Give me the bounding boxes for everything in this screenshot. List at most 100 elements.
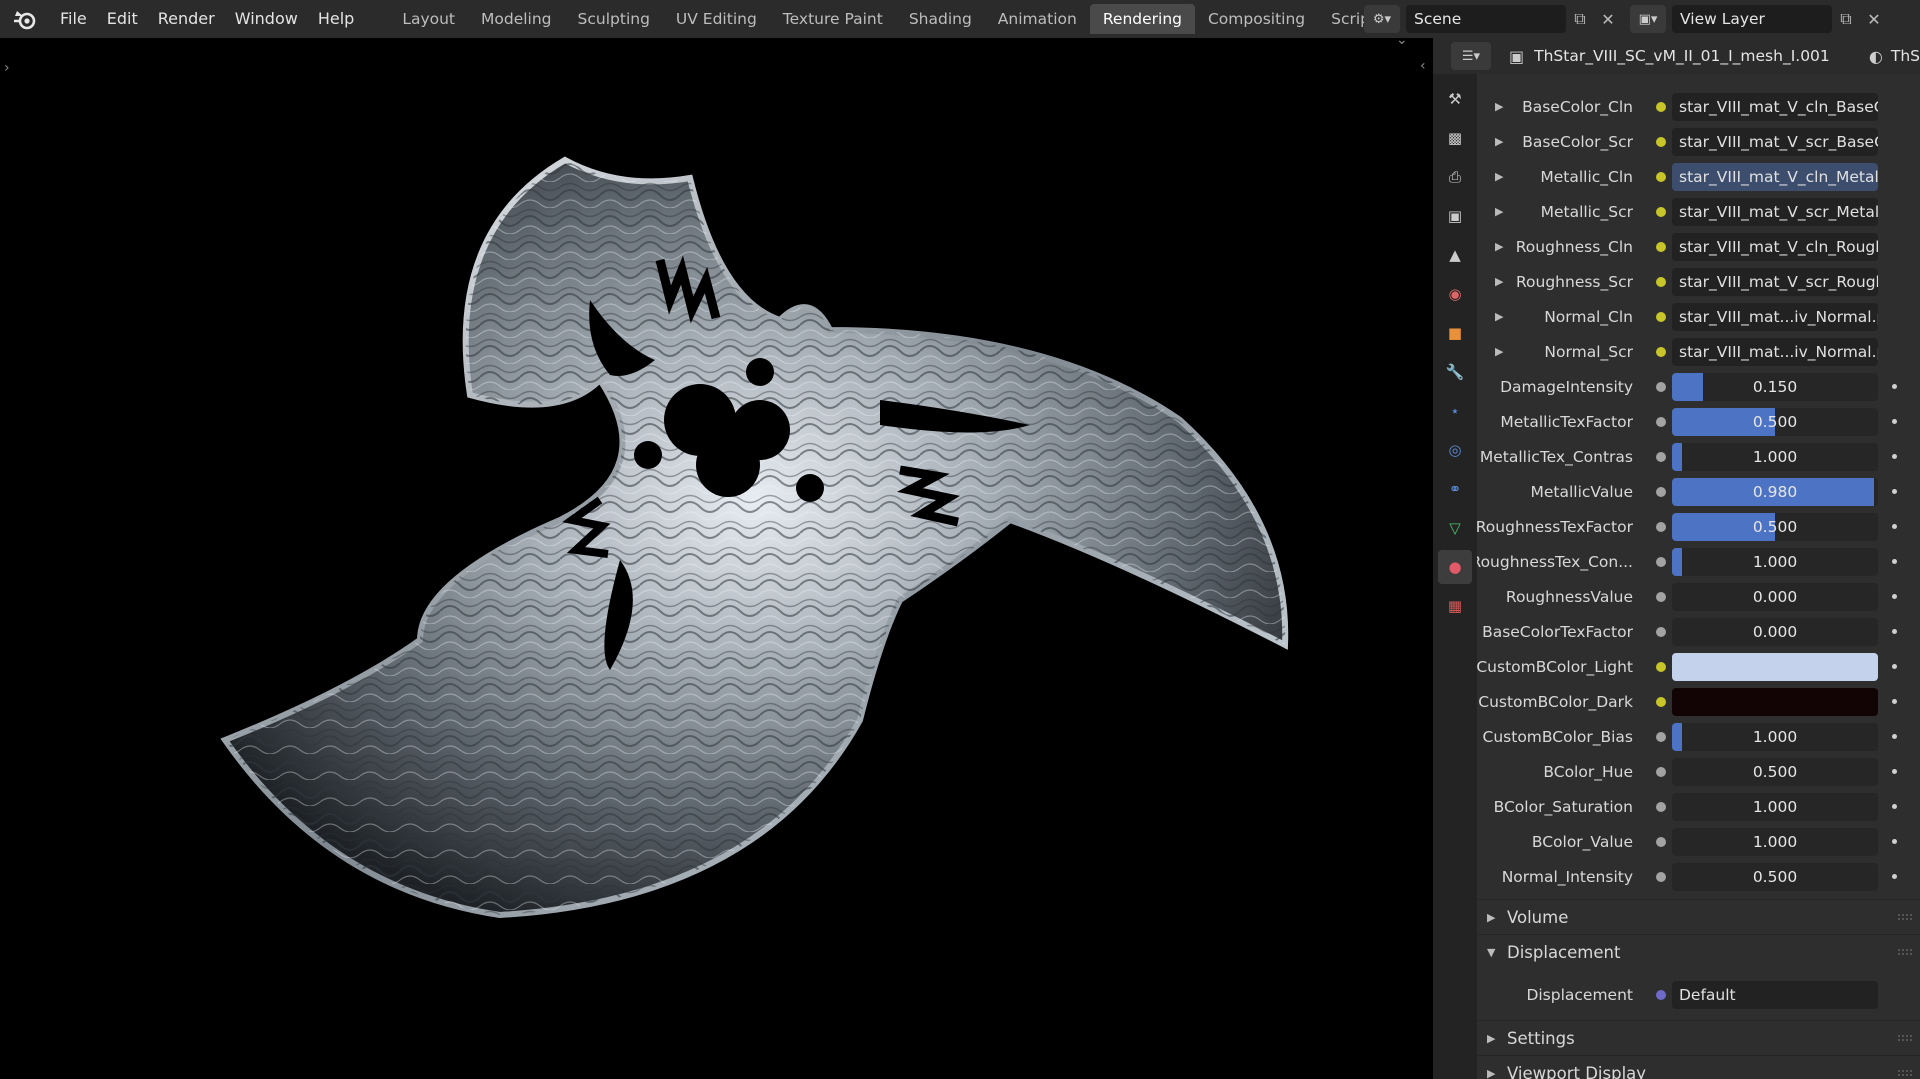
expand-arrow-icon[interactable]: ▶ <box>1495 100 1503 113</box>
image-field[interactable]: star_VIII_mat...iv_Normal.png <box>1672 337 1878 366</box>
socket-dot-icon[interactable] <box>1656 696 1666 707</box>
value-slider[interactable]: 0.500 <box>1672 862 1878 891</box>
image-field[interactable]: star_VIII_mat_V_cln_Metalli... <box>1672 162 1878 191</box>
socket-dot-icon[interactable] <box>1656 556 1666 567</box>
socket-dot-icon[interactable] <box>1656 836 1666 847</box>
expand-arrow-icon[interactable]: ▶ <box>1495 345 1503 358</box>
tab-uv-editing[interactable]: UV Editing <box>663 4 770 34</box>
value-slider[interactable]: 1.000 <box>1672 547 1878 576</box>
tab-data[interactable]: ▽ <box>1438 511 1472 545</box>
socket-dot-icon[interactable] <box>1656 731 1666 742</box>
socket-dot-icon[interactable] <box>1656 101 1666 112</box>
image-field[interactable]: star_VIII_mat_V_scr_Metalli... <box>1672 197 1878 226</box>
drag-grip-icon[interactable] <box>1898 914 1912 920</box>
tab-modifiers[interactable]: 🔧 <box>1438 355 1472 389</box>
tab-object[interactable]: ■ <box>1438 316 1472 350</box>
socket-dot-icon[interactable] <box>1656 989 1666 1000</box>
tab-material[interactable]: ● <box>1438 550 1472 584</box>
tab-sculpting[interactable]: Sculpting <box>565 4 663 34</box>
scene-name-field[interactable]: Scene <box>1406 5 1566 33</box>
image-field[interactable]: star_VIII_mat_V_cln_BaseCo... <box>1672 92 1878 121</box>
socket-dot-icon[interactable] <box>1656 801 1666 812</box>
drag-grip-icon[interactable] <box>1898 949 1912 955</box>
expand-arrow-icon[interactable]: ▶ <box>1495 170 1503 183</box>
socket-dot-icon[interactable] <box>1656 871 1666 882</box>
socket-dot-icon[interactable] <box>1656 521 1666 532</box>
socket-dot-icon[interactable] <box>1656 346 1666 357</box>
remove-view-layer-icon[interactable]: ✕ <box>1860 10 1888 29</box>
image-field[interactable]: star_VIII_mat_V_scr_BaseCo... <box>1672 127 1878 156</box>
value-slider[interactable]: 1.000 <box>1672 722 1878 751</box>
value-slider[interactable]: 1.000 <box>1672 442 1878 471</box>
tab-particles[interactable]: ⋆ <box>1438 394 1472 428</box>
image-field[interactable]: star_VIII_mat...iv_Normal.png <box>1672 302 1878 331</box>
scene-browse-button[interactable]: ⚙▾ <box>1364 5 1400 33</box>
socket-dot-icon[interactable] <box>1656 276 1666 287</box>
tab-scene[interactable]: ▲ <box>1438 238 1472 272</box>
socket-dot-icon[interactable] <box>1656 241 1666 252</box>
tab-layout[interactable]: Layout <box>389 4 468 34</box>
tab-constraints[interactable]: ⚭ <box>1438 472 1472 506</box>
value-slider[interactable]: 1.000 <box>1672 792 1878 821</box>
socket-dot-icon[interactable] <box>1656 311 1666 322</box>
value-slider[interactable]: 1.000 <box>1672 827 1878 856</box>
image-field[interactable]: star_VIII_mat_V_scr_Roughn... <box>1672 267 1878 296</box>
socket-dot-icon[interactable] <box>1656 136 1666 147</box>
menu-help[interactable]: Help <box>308 0 364 38</box>
socket-dot-icon[interactable] <box>1656 591 1666 602</box>
keyframe-dot-icon[interactable] <box>1892 489 1897 494</box>
keyframe-dot-icon[interactable] <box>1892 419 1897 424</box>
tab-rendering[interactable]: Rendering <box>1089 4 1195 34</box>
socket-dot-icon[interactable] <box>1656 766 1666 777</box>
socket-dot-icon[interactable] <box>1656 626 1666 637</box>
value-slider[interactable]: 0.980 <box>1672 477 1878 506</box>
drag-grip-icon[interactable] <box>1898 1070 1912 1076</box>
socket-dot-icon[interactable] <box>1656 381 1666 392</box>
tab-texture-paint[interactable]: Texture Paint <box>770 4 896 34</box>
tab-world[interactable]: ◉ <box>1438 277 1472 311</box>
keyframe-dot-icon[interactable] <box>1892 769 1897 774</box>
tab-view-layer[interactable]: ▣ <box>1438 199 1472 233</box>
menu-edit[interactable]: Edit <box>97 0 148 38</box>
section-settings[interactable]: ▶ Settings <box>1477 1021 1920 1055</box>
tab-tool[interactable]: ⚒ <box>1438 82 1472 116</box>
socket-dot-icon[interactable] <box>1656 486 1666 497</box>
keyframe-dot-icon[interactable] <box>1892 629 1897 634</box>
remove-scene-icon[interactable]: ✕ <box>1594 10 1622 29</box>
tab-texture[interactable]: ▦ <box>1438 589 1472 623</box>
keyframe-dot-icon[interactable] <box>1892 524 1897 529</box>
3d-viewport[interactable]: › ⌄ ‹ <box>0 38 1433 1079</box>
expand-arrow-icon[interactable]: ▶ <box>1495 240 1503 253</box>
tab-output[interactable]: ⎙ <box>1438 160 1472 194</box>
image-field[interactable]: star_VIII_mat_V_cln_Roughn... <box>1672 232 1878 261</box>
expand-arrow-icon[interactable]: ▶ <box>1495 135 1503 148</box>
value-slider[interactable]: 0.150 <box>1672 372 1878 401</box>
color-swatch[interactable] <box>1672 687 1878 716</box>
duplicate-view-layer-icon[interactable]: ⧉ <box>1832 9 1860 29</box>
socket-dot-icon[interactable] <box>1656 416 1666 427</box>
view-layer-name-field[interactable]: View Layer <box>1672 5 1832 33</box>
tab-modeling[interactable]: Modeling <box>468 4 565 34</box>
tab-physics[interactable]: ◎ <box>1438 433 1472 467</box>
expand-arrow-icon[interactable]: ▶ <box>1495 275 1503 288</box>
duplicate-scene-icon[interactable]: ⧉ <box>1566 9 1594 29</box>
socket-dot-icon[interactable] <box>1656 171 1666 182</box>
menu-file[interactable]: File <box>50 0 97 38</box>
value-slider[interactable]: 0.500 <box>1672 512 1878 541</box>
keyframe-dot-icon[interactable] <box>1892 454 1897 459</box>
header-collapse-icon[interactable]: ⌄ <box>1396 38 1408 48</box>
color-swatch[interactable] <box>1672 652 1878 681</box>
value-slider[interactable]: 0.500 <box>1672 407 1878 436</box>
socket-dot-icon[interactable] <box>1656 451 1666 462</box>
socket-dot-icon[interactable] <box>1656 661 1666 672</box>
keyframe-dot-icon[interactable] <box>1892 804 1897 809</box>
tab-render[interactable]: ▩ <box>1438 121 1472 155</box>
tab-compositing[interactable]: Compositing <box>1195 4 1318 34</box>
menu-window[interactable]: Window <box>225 0 308 38</box>
menu-render[interactable]: Render <box>148 0 225 38</box>
value-slider[interactable]: 0.000 <box>1672 582 1878 611</box>
tab-shading[interactable]: Shading <box>896 4 985 34</box>
value-slider[interactable]: 0.500 <box>1672 757 1878 786</box>
section-viewport-display[interactable]: ▶ Viewport Display <box>1477 1056 1920 1079</box>
displacement-field[interactable]: Default <box>1672 980 1878 1009</box>
